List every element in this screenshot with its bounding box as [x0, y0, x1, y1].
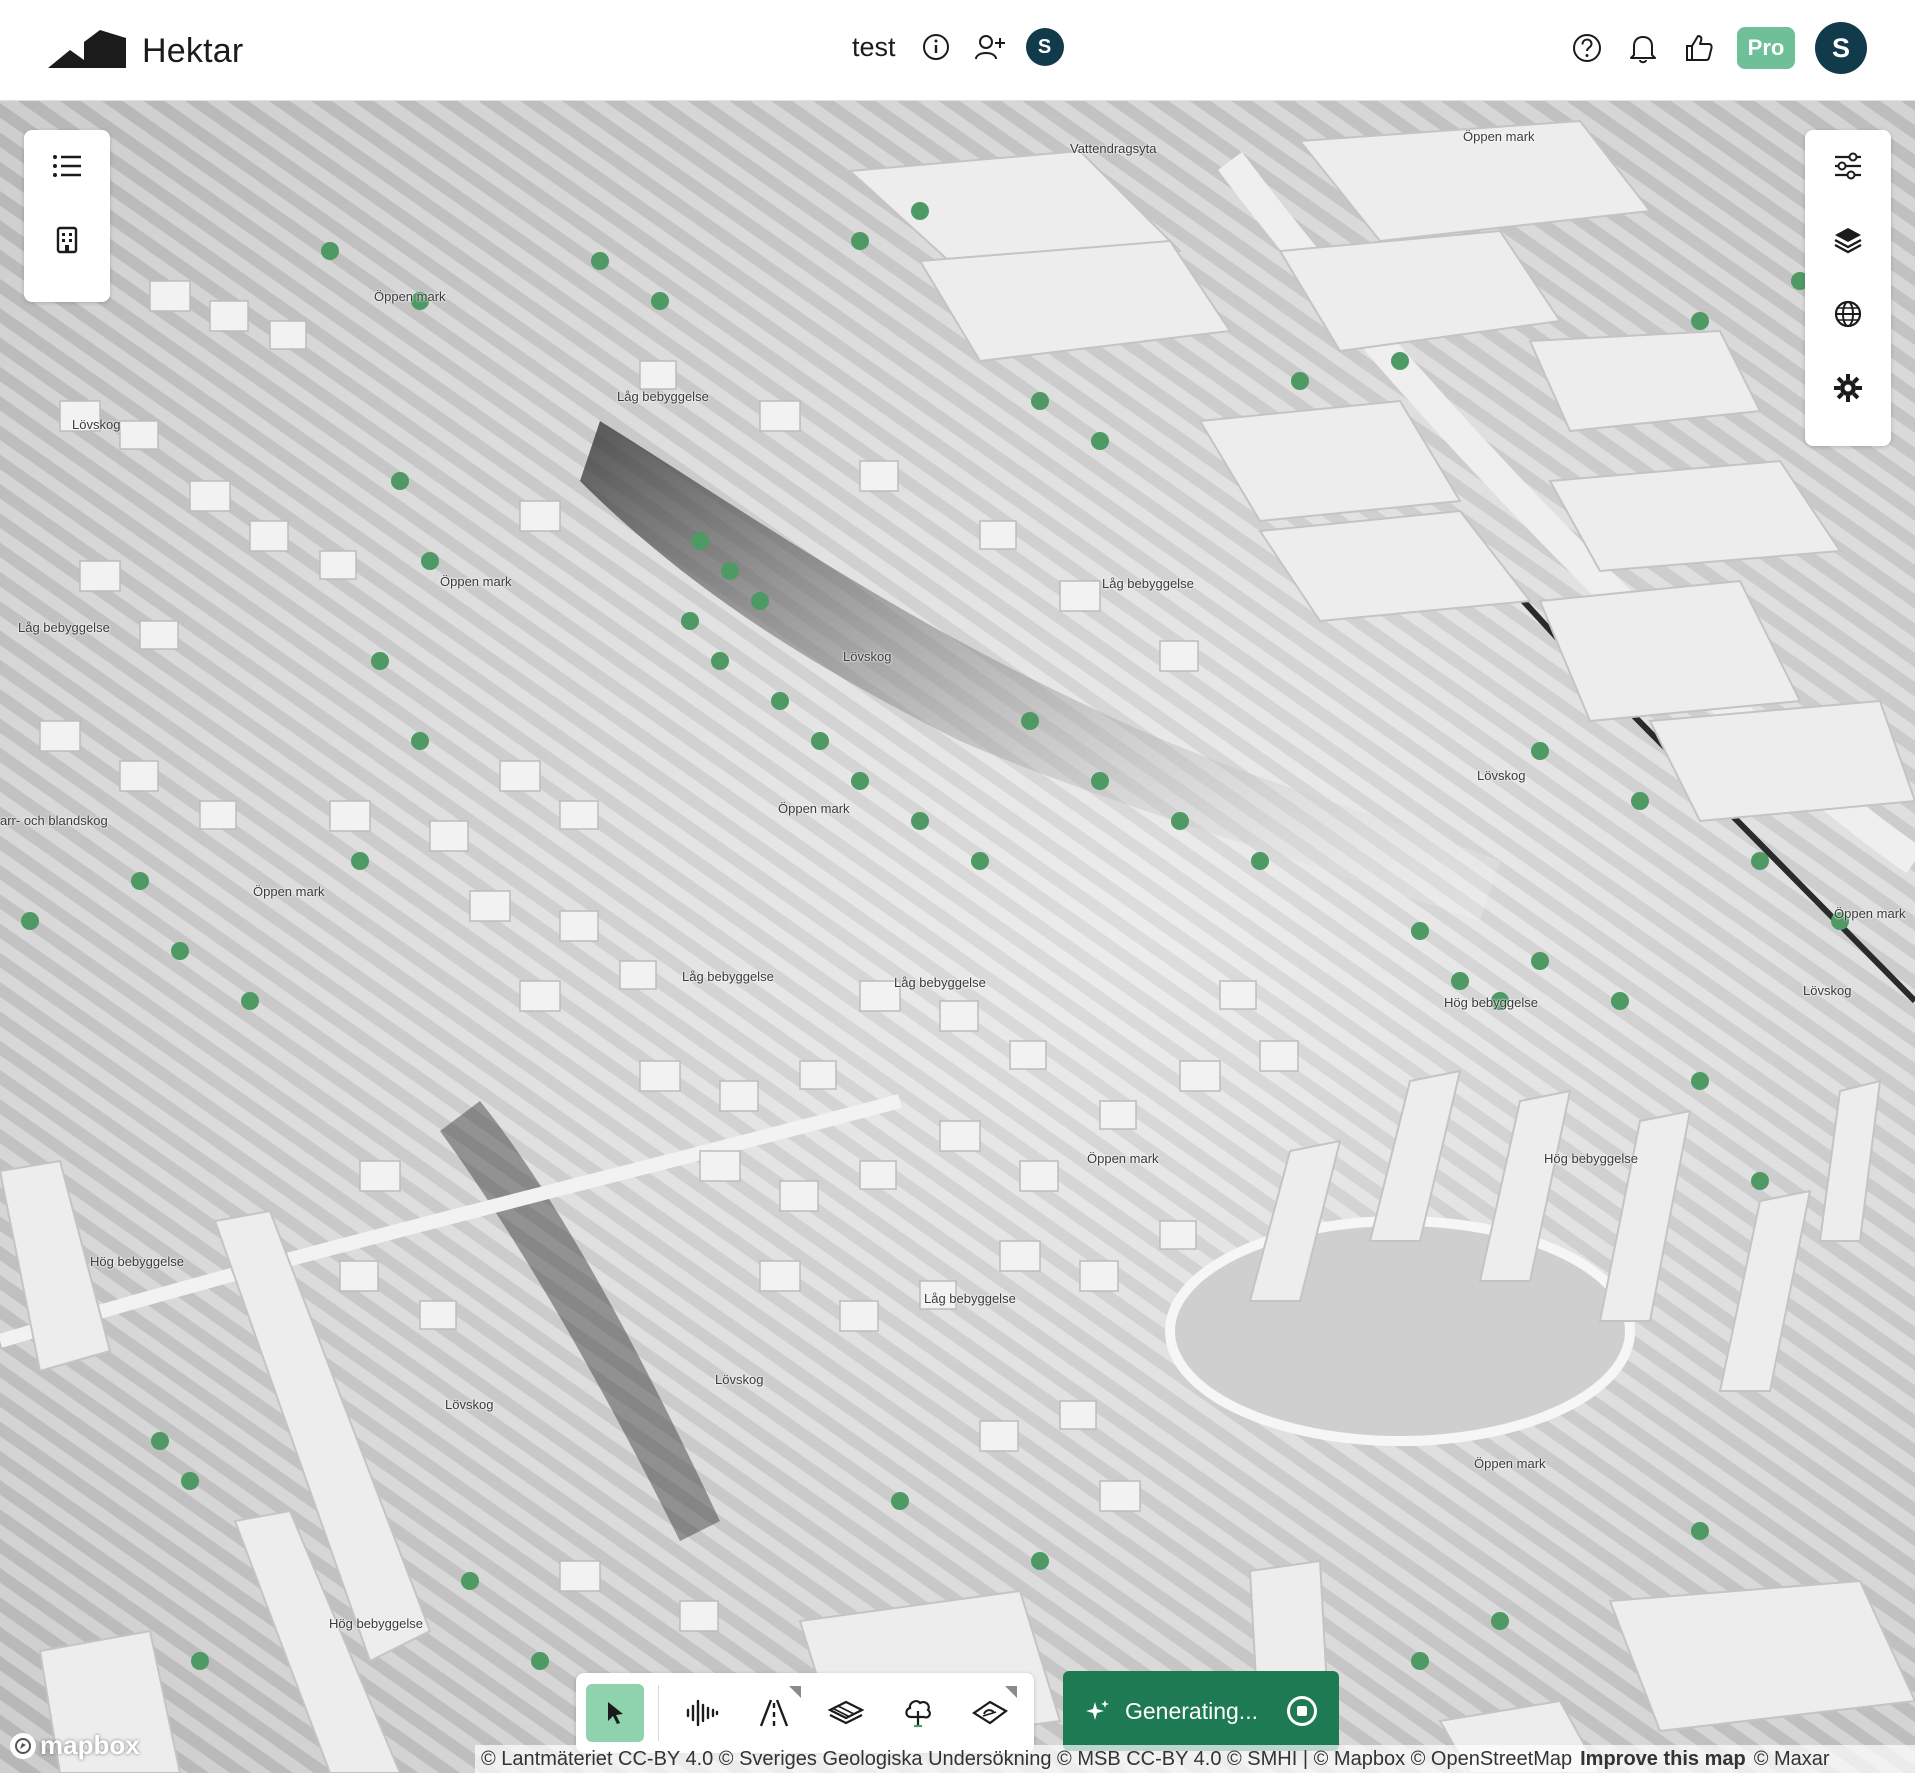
thumbs-up-icon[interactable] [1681, 30, 1717, 66]
bottom-toolbar [576, 1673, 1034, 1753]
select-tool[interactable] [586, 1684, 644, 1742]
map-label: Låg bebyggelse [18, 620, 110, 635]
info-icon[interactable] [918, 29, 954, 65]
add-user-icon[interactable] [972, 29, 1008, 65]
sliders-icon[interactable] [1826, 144, 1870, 188]
improve-map-link[interactable]: Improve this map [1580, 1748, 1746, 1771]
map-label: Lövskog [445, 1397, 494, 1412]
project-name[interactable]: test [852, 32, 896, 63]
tree-icon [905, 1700, 931, 1728]
hektar-logo-icon [48, 30, 126, 68]
map-label: Lövskog [72, 417, 121, 432]
tree-tool[interactable] [889, 1684, 947, 1742]
valley-shadow [440, 1101, 720, 1541]
help-icon[interactable] [1569, 30, 1605, 66]
header-actions: Pro S [1569, 22, 1867, 74]
map-label: arr- och blandskog [0, 813, 108, 828]
map-label: Lövskog [843, 649, 892, 664]
surface-tool[interactable] [817, 1684, 875, 1742]
map-attribution: © Lantmäteriet CC-BY 4.0 © Sveriges Geol… [475, 1745, 1915, 1773]
attribution-text[interactable]: © Lantmäteriet CC-BY 4.0 © Sveriges Geol… [481, 1748, 1572, 1771]
generate-label: Generating... [1125, 1697, 1258, 1724]
gear-icon[interactable] [1826, 366, 1870, 410]
building-icon[interactable] [45, 218, 89, 262]
map-label: Lövskog [1803, 983, 1852, 998]
pro-badge[interactable]: Pro [1737, 27, 1795, 69]
mapbox-logo[interactable]: mapbox [10, 1730, 140, 1761]
top-header: Hektar test S Pro S [0, 0, 1915, 101]
map-label: Öppen mark [1474, 1456, 1546, 1471]
map-label: Låg bebyggelse [617, 389, 709, 404]
layers-icon[interactable] [1826, 218, 1870, 262]
area-icon [972, 1700, 1008, 1725]
road-tool[interactable] [745, 1684, 803, 1742]
sparkle-icon [1086, 1700, 1109, 1720]
account-avatar[interactable]: S [1815, 22, 1867, 74]
cursor-icon [608, 1702, 623, 1724]
right-tool-panel [1805, 130, 1891, 446]
layer-stack-icon [828, 1700, 864, 1725]
map-label: Låg bebyggelse [924, 1291, 1016, 1306]
brand-logo[interactable]: Hektar [48, 30, 243, 72]
map-label: Öppen mark [1834, 906, 1906, 921]
map-label: Öppen mark [374, 289, 446, 304]
stop-icon[interactable] [1287, 1696, 1317, 1726]
map-label: Hög bebyggelse [1444, 995, 1538, 1010]
notification-bell-icon[interactable] [1625, 30, 1661, 66]
mapbox-logo-icon [10, 1732, 36, 1759]
toolbar-divider [658, 1685, 659, 1741]
map-label: Hög bebyggelse [329, 1616, 423, 1631]
noise-tool[interactable] [673, 1684, 731, 1742]
map-label: Öppen mark [778, 801, 850, 816]
road-icon [759, 1699, 789, 1727]
map-label: Låg bebyggelse [894, 975, 986, 990]
maxar-credit[interactable]: © Maxar [1754, 1748, 1830, 1771]
list-icon[interactable] [45, 144, 89, 188]
sports-field [1165, 1216, 1635, 1446]
map-label: Lövskog [1477, 768, 1526, 783]
sound-wave-icon [686, 1699, 719, 1727]
left-tool-panel [24, 130, 110, 302]
map-scene [0, 119, 1915, 1773]
globe-icon[interactable] [1826, 292, 1870, 336]
map-label: Öppen mark [440, 574, 512, 589]
map-label: Öppen mark [1463, 129, 1535, 144]
map-label: Låg bebyggelse [1102, 576, 1194, 591]
mapbox-logo-text: mapbox [40, 1730, 140, 1760]
expand-corner-icon [1005, 1686, 1017, 1698]
brand-name: Hektar [142, 31, 244, 70]
generate-button[interactable]: Generating... [1063, 1671, 1339, 1751]
project-bar: test S [852, 28, 1064, 66]
map-label: Öppen mark [253, 884, 325, 899]
map-label: Vattendragsyta [1070, 141, 1157, 156]
map-label: Hög bebyggelse [90, 1254, 184, 1269]
collaborator-avatar[interactable]: S [1025, 28, 1064, 66]
map-label: Lövskog [715, 1372, 764, 1387]
map-label: Hög bebyggelse [1544, 1151, 1638, 1166]
map-label: Öppen mark [1087, 1151, 1159, 1166]
map-canvas[interactable]: Vattendragsyta Öppen mark Öppen mark Löv… [0, 101, 1915, 1773]
map-label: Låg bebyggelse [682, 969, 774, 984]
expand-corner-icon [789, 1686, 801, 1698]
area-tool[interactable] [961, 1684, 1019, 1742]
